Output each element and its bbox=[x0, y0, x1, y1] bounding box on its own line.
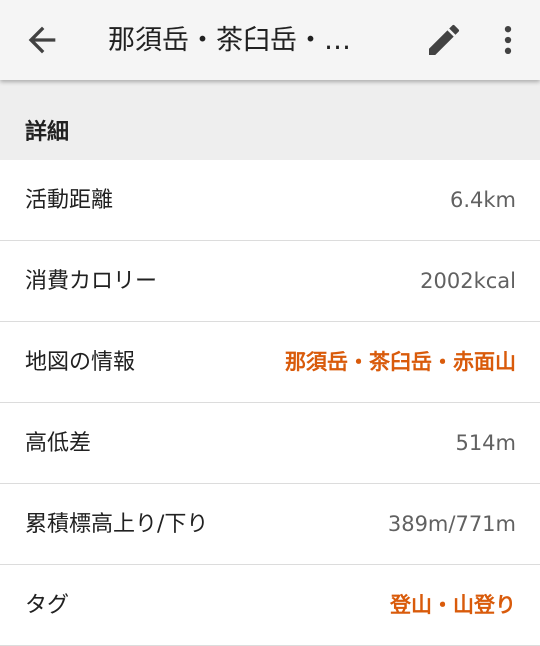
detail-row-tags[interactable]: タグ 登山・山登り bbox=[0, 565, 540, 646]
edit-button[interactable] bbox=[424, 20, 464, 60]
more-options-button[interactable] bbox=[488, 20, 528, 60]
back-button[interactable] bbox=[22, 20, 62, 60]
app-bar: 那須岳・茶臼岳・… bbox=[0, 0, 540, 80]
detail-label: 活動距離 bbox=[25, 188, 114, 213]
map-info-link[interactable]: 那須岳・茶臼岳・赤面山 bbox=[285, 322, 516, 403]
detail-value: 6.4km bbox=[449, 188, 516, 212]
detail-value: 2002kcal bbox=[420, 269, 516, 293]
detail-label: 地図の情報 bbox=[25, 350, 136, 375]
arrow-left-icon bbox=[28, 26, 56, 54]
detail-label: タグ bbox=[25, 593, 70, 618]
detail-row-cumulative-elevation: 累積標高上り/下り 389m/771m bbox=[0, 484, 540, 565]
detail-row-elevation-difference: 高低差 514m bbox=[0, 403, 540, 484]
detail-label: 消費カロリー bbox=[25, 269, 158, 294]
detail-row-distance: 活動距離 6.4km bbox=[0, 160, 540, 241]
pencil-icon bbox=[429, 24, 460, 55]
section-header: 詳細 bbox=[0, 80, 540, 160]
more-vertical-icon bbox=[504, 26, 512, 54]
detail-value: 514m bbox=[455, 431, 516, 455]
detail-value: 389m/771m bbox=[387, 512, 516, 536]
tags-link[interactable]: 登山・山登り bbox=[390, 565, 516, 646]
section-title: 詳細 bbox=[25, 120, 70, 145]
detail-row-calories: 消費カロリー 2002kcal bbox=[0, 241, 540, 322]
page-title: 那須岳・茶臼岳・… bbox=[108, 25, 351, 56]
details-list: 活動距離 6.4km 消費カロリー 2002kcal 地図の情報 那須岳・茶臼岳… bbox=[0, 160, 540, 646]
detail-row-map-info[interactable]: 地図の情報 那須岳・茶臼岳・赤面山 bbox=[0, 322, 540, 403]
detail-label: 高低差 bbox=[25, 431, 92, 456]
detail-label: 累積標高上り/下り bbox=[25, 512, 209, 537]
